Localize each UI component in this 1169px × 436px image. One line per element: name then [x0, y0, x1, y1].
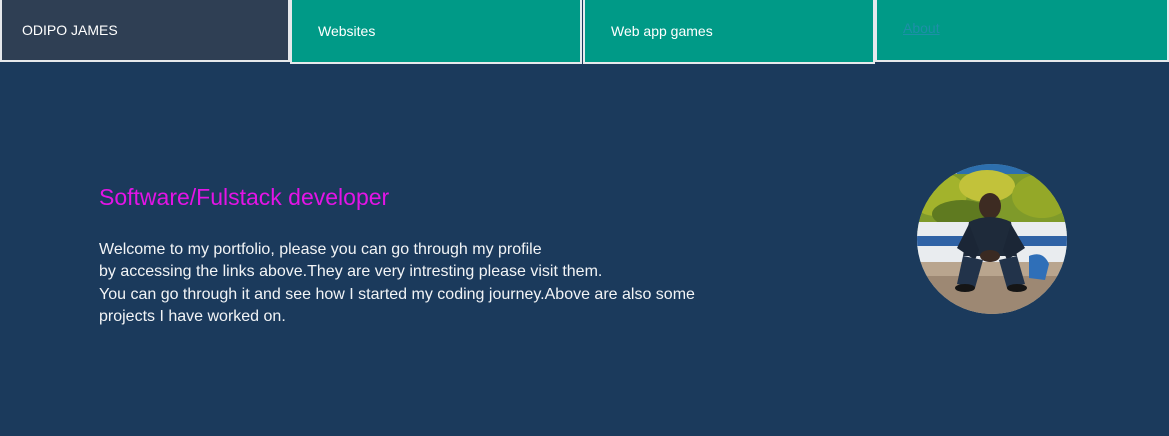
- nav-link-web-app-games[interactable]: Web app games: [583, 0, 875, 64]
- intro-line: by accessing the links above.They are ve…: [99, 263, 603, 281]
- top-navigation: ODIPO JAMES Websites Web app games About: [0, 0, 1169, 64]
- hero-heading: Software/Fulstack developer: [99, 184, 390, 210]
- intro-text: Welcome to my portfolio, please you can …: [99, 239, 719, 328]
- profile-photo: [917, 164, 1067, 314]
- brand-name[interactable]: ODIPO JAMES: [0, 0, 290, 62]
- nav-link-about[interactable]: About: [875, 0, 1169, 62]
- nav-link-websites[interactable]: Websites: [290, 0, 582, 64]
- profile-photo-illustration: [917, 164, 1067, 314]
- intro-line: Welcome to my portfolio, please you can …: [99, 241, 542, 258]
- intro-line: You can go through it and see how I star…: [99, 285, 695, 303]
- intro-line: projects I have worked on.: [99, 307, 286, 325]
